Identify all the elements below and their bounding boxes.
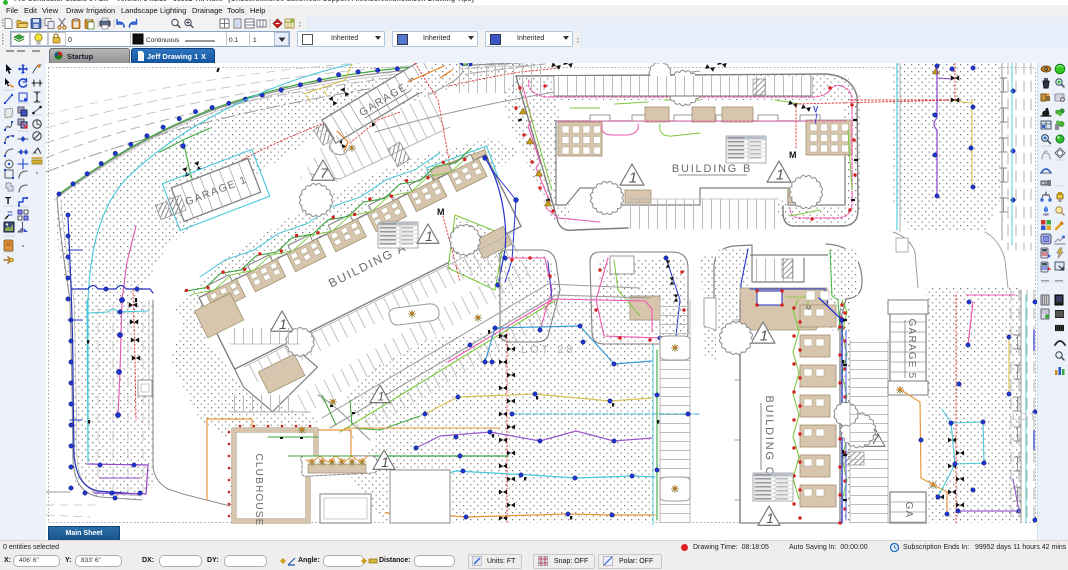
- svg-text:LOT 28: LOT 28: [521, 344, 576, 356]
- svg-text:Continuous: Continuous: [146, 37, 180, 44]
- svg-text:1: 1: [629, 171, 637, 187]
- svg-text:M: M: [437, 207, 445, 217]
- svg-text:BUILDING B: BUILDING B: [672, 163, 752, 175]
- svg-text:GA: GA: [903, 502, 914, 519]
- svg-text:CLUBHOUSE: CLUBHOUSE: [253, 453, 264, 526]
- svg-text:M: M: [789, 150, 797, 160]
- svg-text:0.1: 0.1: [229, 37, 238, 44]
- svg-text:1: 1: [776, 168, 784, 184]
- svg-text:T: T: [5, 196, 11, 207]
- svg-text:1: 1: [378, 390, 385, 404]
- svg-text:1: 1: [760, 329, 768, 345]
- svg-text:1: 1: [253, 37, 257, 44]
- svg-text:0: 0: [68, 37, 72, 44]
- svg-text:LOT: LOT: [1012, 412, 1037, 423]
- svg-text:1: 1: [425, 229, 433, 244]
- svg-text:1: 1: [381, 455, 389, 470]
- svg-text:GARAGE 5: GARAGE 5: [906, 319, 917, 380]
- svg-text:M: M: [806, 306, 811, 312]
- svg-text:7: 7: [320, 166, 329, 182]
- svg-text:1: 1: [766, 511, 774, 526]
- svg-text:BUILDING C: BUILDING C: [763, 396, 775, 477]
